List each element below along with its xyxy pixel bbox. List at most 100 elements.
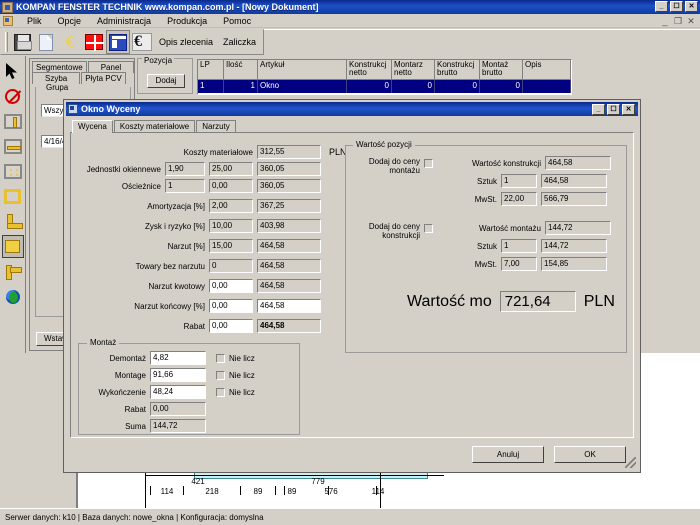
dialog-close-button[interactable]: ✕ bbox=[622, 104, 635, 115]
tab-plyta-pcv[interactable]: Płyta PCV bbox=[81, 72, 126, 84]
row-osciieznice: Ościeżnice 1 0,00 360,05 bbox=[71, 179, 321, 193]
input-zysk-i-ryzyko[interactable]: 10,00 bbox=[209, 219, 253, 233]
value-jednostki-total: 360,05 bbox=[257, 162, 321, 176]
input-osciieznice-price[interactable]: 0,00 bbox=[209, 179, 253, 193]
mdi-close-button[interactable]: ✕ bbox=[686, 16, 696, 27]
dialog-resize-grip[interactable] bbox=[625, 457, 636, 468]
input-osciieznice-qty[interactable]: 1 bbox=[165, 179, 205, 193]
mdi-restore-button[interactable]: ❐ bbox=[673, 16, 683, 27]
profile-button[interactable] bbox=[106, 30, 130, 54]
close-button[interactable]: ✕ bbox=[685, 1, 698, 12]
label-montage: Montage bbox=[114, 370, 146, 380]
dim-bot-89-a: 89 bbox=[253, 487, 263, 496]
corner-tool[interactable] bbox=[2, 210, 24, 233]
label-mwst-montaz: MwSt. bbox=[474, 259, 497, 269]
checkbox-montage-nie-licz[interactable] bbox=[216, 370, 225, 380]
toolbar-grip[interactable] bbox=[5, 32, 8, 52]
globe-tool[interactable] bbox=[2, 285, 24, 308]
ok-button[interactable]: OK bbox=[554, 446, 626, 463]
input-montage[interactable]: 91,66 bbox=[150, 368, 206, 382]
menu-bar: Plik Opcje Administracja Produkcja Pomoc… bbox=[0, 14, 700, 28]
value-mwst-konstrukcja: 566,79 bbox=[541, 192, 607, 206]
dialog-minimize-button[interactable]: _ bbox=[592, 104, 605, 115]
input-sztuk-konstrukcja[interactable]: 1 bbox=[501, 174, 537, 188]
maximize-button[interactable]: ☐ bbox=[670, 1, 683, 12]
handle-tool[interactable] bbox=[2, 260, 24, 283]
row-mwst-konstrukcja: MwSt. 22,00 566,79 bbox=[451, 192, 607, 206]
input-jednostki-price[interactable]: 25,00 bbox=[209, 162, 253, 176]
input-towary-bez-narzutu[interactable]: 0 bbox=[209, 259, 253, 273]
value-mwst-montaz: 154,85 bbox=[541, 257, 607, 271]
label-towary-bez-narzutu: Towary bez narzutu bbox=[135, 261, 205, 271]
positions-grid: LP Ilość Artykuł Konstrukcj netto Montar… bbox=[197, 59, 572, 95]
vertical-bar-tool[interactable] bbox=[2, 110, 24, 133]
toolbar-empty-area bbox=[264, 29, 700, 55]
cursor-tool[interactable] bbox=[2, 60, 24, 83]
input-sztuk-montaz[interactable]: 1 bbox=[501, 239, 537, 253]
frame-tool[interactable] bbox=[2, 185, 24, 208]
input-wykonczenie[interactable]: 48,24 bbox=[150, 385, 206, 399]
row-montage: Montage 91,66 Nie licz bbox=[78, 368, 255, 382]
checkbox-dodaj-do-ceny-konstrukcji[interactable] bbox=[424, 224, 433, 233]
opis-zlecenia-button[interactable]: Opis zlecenia bbox=[154, 37, 218, 47]
euro-list-button[interactable]: € bbox=[130, 30, 154, 54]
grid-col-opis: Opis bbox=[523, 60, 571, 80]
mdi-minimize-button[interactable]: _ bbox=[660, 16, 670, 27]
checkbox-wykonczenie-nie-licz[interactable] bbox=[216, 387, 225, 397]
row-rabat: Rabat 0,00 464,58 bbox=[71, 319, 321, 333]
input-jednostki-qty[interactable]: 1,90 bbox=[165, 162, 205, 176]
menu-item-pomoc[interactable]: Pomoc bbox=[215, 16, 259, 26]
grid-col-konstrukcj-netto: Konstrukcj netto bbox=[347, 60, 392, 80]
new-document-button[interactable] bbox=[34, 30, 58, 54]
window-design-button[interactable] bbox=[82, 30, 106, 54]
label-mwst-konstrukcja: MwSt. bbox=[474, 194, 497, 204]
menu-item-plik[interactable]: Plik bbox=[19, 16, 50, 26]
dodaj-button[interactable]: Dodaj bbox=[147, 74, 185, 88]
checkbox-demontaz-nie-licz[interactable] bbox=[216, 353, 225, 363]
label-demontaz: Demontaż bbox=[109, 353, 146, 363]
tab-wycena[interactable]: Wycena bbox=[72, 120, 113, 133]
tool-palette bbox=[0, 56, 26, 353]
dialog-icon bbox=[68, 104, 78, 114]
input-narzut-koncowy[interactable]: 0,00 bbox=[209, 299, 253, 313]
input-narzut[interactable]: 15,00 bbox=[209, 239, 253, 253]
wartosc-pozycji-group-label: Wartość pozycji bbox=[353, 140, 415, 149]
fill-tool[interactable] bbox=[1, 235, 24, 258]
toolbar-panel: € € Opis zlecenia Zaliczka bbox=[0, 29, 265, 55]
label-wartosc-konstrukcji: Wartość konstrukcji bbox=[471, 158, 541, 168]
input-mwst-montaz[interactable]: 7,00 bbox=[501, 257, 537, 271]
input-amortyzacja[interactable]: 2,00 bbox=[209, 199, 253, 213]
price-button[interactable]: € bbox=[58, 30, 82, 54]
zaliczka-button[interactable]: Zaliczka bbox=[218, 37, 261, 47]
save-icon bbox=[13, 33, 32, 51]
cancel-button[interactable]: Anuluj bbox=[472, 446, 544, 463]
save-button[interactable] bbox=[10, 30, 34, 54]
label-dodaj-do-ceny-konstrukcji: Dodaj do ceny konstrukcji bbox=[368, 222, 420, 240]
value-sztuk-montaz: 144,72 bbox=[541, 239, 607, 253]
row-montaz-suma: Suma 144,72 bbox=[78, 419, 206, 433]
checkbox-dodaj-do-ceny-montazu[interactable] bbox=[424, 159, 433, 168]
horizontal-bar-icon bbox=[3, 139, 22, 154]
input-demontaz[interactable]: 4,82 bbox=[150, 351, 206, 365]
new-document-icon bbox=[39, 33, 53, 51]
dialog-maximize-button[interactable]: ☐ bbox=[607, 104, 620, 115]
horizontal-bar-tool[interactable] bbox=[2, 135, 24, 158]
menu-item-administracja[interactable]: Administracja bbox=[89, 16, 159, 26]
menu-item-produkcja[interactable]: Produkcja bbox=[159, 16, 215, 26]
menu-item-opcje[interactable]: Opcje bbox=[50, 16, 90, 26]
table-row[interactable]: 1 1 Okno 0 0 0 0 bbox=[198, 80, 571, 93]
cell-montarz-netto: 0 bbox=[392, 80, 435, 93]
mdi-window-controls: _ ❐ ✕ bbox=[660, 16, 696, 27]
label-narzut: Narzut [%] bbox=[167, 241, 205, 251]
input-narzut-kwotowy[interactable]: 0,00 bbox=[209, 279, 253, 293]
application-window: KOMPAN FENSTER TECHNIK www.kompan.com.pl… bbox=[0, 0, 700, 525]
grid-tool[interactable] bbox=[2, 160, 24, 183]
minimize-button[interactable]: _ bbox=[655, 1, 668, 12]
input-mwst-konstrukcja[interactable]: 22,00 bbox=[501, 192, 537, 206]
input-montaz-rabat[interactable]: 0,00 bbox=[150, 402, 206, 416]
input-rabat[interactable]: 0,00 bbox=[209, 319, 253, 333]
cell-lp: 1 bbox=[198, 80, 224, 93]
row-montaz-rabat: Rabat 0,00 bbox=[78, 402, 206, 416]
cancel-tool[interactable] bbox=[2, 85, 24, 108]
dialog-title-bar[interactable]: Okno Wyceny _ ☐ ✕ bbox=[66, 102, 638, 116]
